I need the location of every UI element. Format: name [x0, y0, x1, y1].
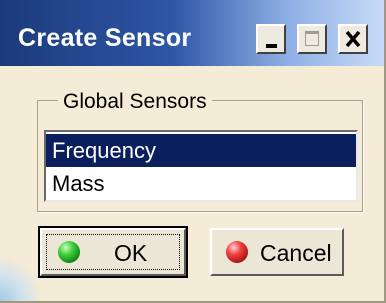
minimize-button[interactable]	[256, 24, 286, 54]
list-item-mass[interactable]: Mass	[46, 167, 356, 200]
minimize-icon	[266, 44, 277, 48]
window-title: Create Sensor	[18, 24, 192, 52]
maximize-button[interactable]	[297, 24, 327, 54]
group-label: Global Sensors	[58, 90, 212, 114]
list-item-frequency[interactable]: Frequency	[46, 134, 356, 167]
close-icon	[345, 30, 361, 48]
green-ball-icon	[58, 241, 80, 263]
cancel-button[interactable]: Cancel	[210, 228, 344, 276]
maximize-icon	[305, 31, 319, 46]
title-bar[interactable]: Create Sensor	[0, 0, 384, 66]
create-sensor-dialog: Create Sensor Global Sensors Frequency M…	[0, 0, 386, 303]
background-decoration	[0, 258, 40, 301]
close-button[interactable]	[338, 24, 368, 54]
ok-label: OK	[114, 240, 148, 266]
red-ball-icon	[226, 241, 248, 263]
ok-button[interactable]: OK	[38, 226, 188, 278]
sensor-listbox[interactable]: Frequency Mass	[44, 130, 358, 202]
cancel-label: Cancel	[260, 240, 332, 266]
